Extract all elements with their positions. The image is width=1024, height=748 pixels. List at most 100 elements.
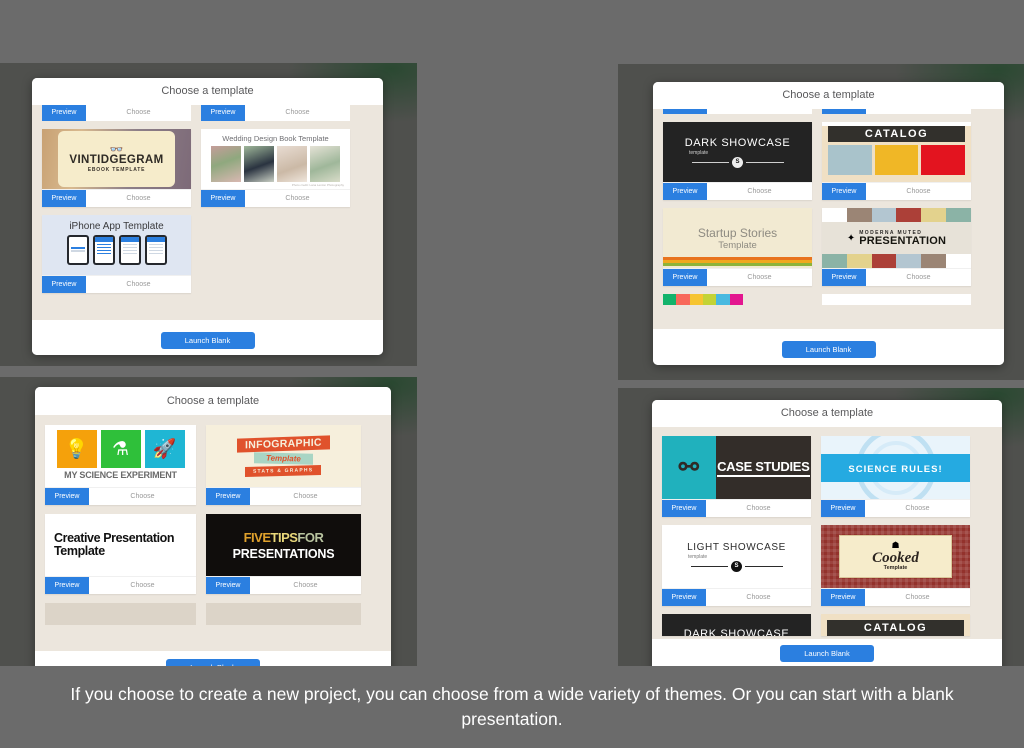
template-card-five-tips-for-presentations[interactable]: FIVETIPSFOR PRESENTATIONS Preview Choose xyxy=(206,514,361,594)
preview-button[interactable]: Preview xyxy=(201,105,245,121)
template-card-startup-stories[interactable]: Startup Stories Template Preview Choose xyxy=(663,208,812,286)
swatch xyxy=(946,254,971,268)
template-title: PRESENTATION xyxy=(859,234,947,247)
preview-button[interactable]: Preview xyxy=(45,488,89,505)
template-title-five: FIVE xyxy=(243,530,271,545)
preview-button[interactable]: Preview xyxy=(822,269,866,286)
template-thumbnail-partial xyxy=(206,603,361,625)
template-thumbnail: ☗ Cooked Template xyxy=(821,525,970,588)
choose-button[interactable]: Choose xyxy=(86,276,191,293)
choose-button[interactable]: Choose xyxy=(866,183,971,200)
template-card[interactable]: Preview Choose xyxy=(42,105,191,121)
preview-button[interactable]: Preview xyxy=(662,589,706,606)
choose-button[interactable]: Choose xyxy=(866,269,971,286)
preview-button[interactable]: Preview xyxy=(821,500,865,517)
choose-button[interactable]: Choose xyxy=(245,105,350,121)
template-card[interactable] xyxy=(822,109,971,114)
template-card-creative-presentation[interactable]: Creative Presentation Template Preview C… xyxy=(45,514,196,594)
template-thumbnail: DARK SHOWCASE xyxy=(662,614,811,636)
template-thumbnail: ✦ MODERNA MUTED PRESENTATION xyxy=(822,208,971,268)
preview-button-cut[interactable] xyxy=(663,109,707,114)
card-actions: Preview Choose xyxy=(662,588,811,606)
phone-mock xyxy=(66,235,89,265)
template-card-cooked[interactable]: ☗ Cooked Template Preview Choose xyxy=(821,525,970,606)
template-card-catalog[interactable]: CATALOG Preview Choose xyxy=(822,122,971,200)
choose-button[interactable]: Choose xyxy=(865,500,970,517)
choose-button[interactable]: Choose xyxy=(250,488,361,505)
template-card-iphone-app[interactable]: iPhone App Template Preview Choose xyxy=(42,215,191,293)
template-card-catalog-partial[interactable]: CATALOG xyxy=(821,614,970,636)
preview-button[interactable]: Preview xyxy=(822,183,866,200)
preview-button[interactable]: Preview xyxy=(206,577,250,594)
panel-bottom-left: Choose a template 💡 ⚗ 🚀 MY SCIENCE EXPER… xyxy=(0,377,417,666)
template-card-partial[interactable] xyxy=(206,603,361,625)
choose-button[interactable]: Choose xyxy=(706,589,811,606)
choose-button[interactable]: Choose xyxy=(86,190,191,207)
template-thumbnail: CATALOG xyxy=(821,614,970,636)
template-card-moderna-muted[interactable]: ✦ MODERNA MUTED PRESENTATION Preview Cho… xyxy=(822,208,971,286)
template-card-vintidgegram[interactable]: 👓 VINTIDGEGRAM EBOOK TEMPLATE Preview Ch… xyxy=(42,129,191,207)
badge-icon: S xyxy=(732,156,743,168)
template-title: Creative Presentation Template xyxy=(54,531,175,558)
partial-card-row: Preview Choose Preview Choose xyxy=(32,105,383,121)
template-card-color-swatch[interactable] xyxy=(663,294,812,305)
choose-button[interactable]: Choose xyxy=(865,589,970,606)
template-card-dark-showcase-partial[interactable]: DARK SHOWCASE xyxy=(662,614,811,636)
preview-button[interactable]: Preview xyxy=(663,183,707,200)
card-actions: Preview Choose xyxy=(206,487,361,505)
title-block: ✦ MODERNA MUTED PRESENTATION xyxy=(822,222,971,254)
choose-button[interactable]: Choose xyxy=(706,500,811,517)
swatch xyxy=(702,294,717,305)
template-title-presentations: PRESENTATIONS xyxy=(232,547,335,561)
swatch xyxy=(676,294,690,305)
template-card-science-rules[interactable]: SCIENCE RULES! Preview Choose xyxy=(821,436,970,517)
phone-row xyxy=(42,235,191,265)
swatch xyxy=(846,254,872,268)
choose-button[interactable]: Choose xyxy=(250,577,361,594)
template-card-my-science-experiment[interactable]: 💡 ⚗ 🚀 MY SCIENCE EXPERIMENT Preview Choo… xyxy=(45,425,196,505)
card-actions: Preview Choose xyxy=(45,576,196,594)
partial-card-row xyxy=(653,109,1004,114)
choose-button[interactable]: Choose xyxy=(89,488,196,505)
launch-blank-button[interactable]: Launch Blank xyxy=(160,332,255,349)
preview-button[interactable]: Preview xyxy=(663,269,707,286)
preview-button[interactable]: Preview xyxy=(42,105,86,121)
preview-button[interactable]: Preview xyxy=(201,190,245,207)
stripe xyxy=(663,263,812,266)
choose-button[interactable]: Choose xyxy=(245,190,350,207)
preview-button[interactable]: Preview xyxy=(45,577,89,594)
template-card-partial[interactable] xyxy=(45,603,196,625)
template-card-wedding-design-book[interactable]: Wedding Design Book Template Photo credi… xyxy=(201,129,350,207)
preview-button[interactable]: Preview xyxy=(821,589,865,606)
preview-button-cut[interactable] xyxy=(822,109,866,114)
template-card-case-studies[interactable]: ⚯ CASE STUDIES Preview Choose xyxy=(662,436,811,517)
choose-button[interactable]: Choose xyxy=(707,183,812,200)
photo-thumb xyxy=(277,146,307,182)
choose-button[interactable]: Choose xyxy=(89,577,196,594)
preview-button[interactable]: Preview xyxy=(662,500,706,517)
launch-blank-button[interactable]: Launch Blank xyxy=(166,659,260,666)
panel-top-right: Choose a template DARK SHOWCASE template… xyxy=(618,64,1024,380)
preview-button[interactable]: Preview xyxy=(42,276,86,293)
choose-template-dialog: Choose a template DARK SHOWCASE template… xyxy=(653,82,1004,365)
preview-button[interactable]: Preview xyxy=(206,488,250,505)
phone-mock xyxy=(92,235,115,265)
template-thumbnail: Startup Stories Template xyxy=(663,208,812,268)
template-card-light-showcase[interactable]: LIGHT SHOWCASE template S Preview Choose xyxy=(662,525,811,606)
choose-button[interactable]: Choose xyxy=(707,269,812,286)
template-card[interactable]: Preview Choose xyxy=(201,105,350,121)
template-grid: ⚯ CASE STUDIES Preview Choose SCIENCE RU… xyxy=(652,427,1002,636)
preview-button[interactable]: Preview xyxy=(42,190,86,207)
template-card-partial[interactable] xyxy=(822,294,971,305)
template-card-infographic[interactable]: INFOGRAPHIC Template STATS & GRAPHS Prev… xyxy=(206,425,361,505)
choose-button[interactable]: Choose xyxy=(86,105,191,121)
swatch xyxy=(896,208,922,222)
template-subtitle: EBOOK TEMPLATE xyxy=(87,166,146,173)
launch-blank-button[interactable]: Launch Blank xyxy=(781,341,876,358)
template-card[interactable] xyxy=(663,109,812,114)
launch-blank-button[interactable]: Launch Blank xyxy=(780,645,874,662)
card-actions: Preview Choose xyxy=(201,189,350,207)
badge-icon: S xyxy=(731,560,742,572)
template-card-dark-showcase[interactable]: DARK SHOWCASE template S Preview Choose xyxy=(663,122,812,200)
card-actions: Preview Choose xyxy=(206,576,361,594)
